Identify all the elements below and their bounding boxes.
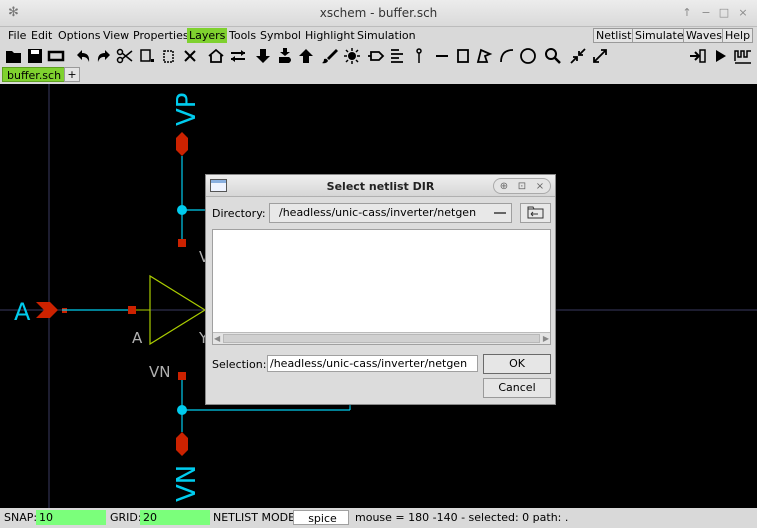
add-tab-button[interactable]: +: [64, 67, 80, 82]
zoom-icon[interactable]: [543, 46, 563, 65]
dialog-titlebar: Select netlist DIR ⊕ ⊡ ×: [206, 175, 555, 197]
redo-icon[interactable]: [94, 46, 114, 65]
polygon-icon[interactable]: [474, 46, 494, 65]
directory-label: Directory:: [212, 207, 266, 220]
tab-buffer-sch[interactable]: buffer.sch: [2, 67, 67, 82]
dialog-close-button[interactable]: ×: [533, 180, 547, 193]
menu-file[interactable]: File: [6, 28, 28, 43]
menu-simulate[interactable]: Simulate: [632, 28, 687, 43]
vn-pin: [176, 432, 188, 456]
netlist-icon[interactable]: [688, 46, 708, 65]
reload-icon[interactable]: [46, 46, 66, 65]
directory-listbox[interactable]: ◀ ▶: [212, 229, 551, 345]
menubar: File Edit Options View Properties Layers…: [0, 27, 757, 44]
open-icon[interactable]: [4, 46, 24, 65]
tabbar: buffer.sch +: [0, 66, 757, 83]
netlabel-icon[interactable]: [387, 46, 407, 65]
waves-icon[interactable]: [733, 46, 753, 65]
grid-value[interactable]: 20: [140, 510, 210, 525]
bus-wire-icon[interactable]: [228, 46, 248, 65]
expand-icon[interactable]: [590, 46, 610, 65]
selection-label: Selection:: [212, 358, 267, 371]
window-titlebar: ✻ xschem - buffer.sch ↑ − □ ×: [0, 0, 757, 27]
toolbar: [0, 45, 757, 66]
input-a-label: A: [14, 298, 31, 326]
select-netlist-dir-dialog: Select netlist DIR ⊕ ⊡ × Directory: /hea…: [205, 174, 556, 405]
netlist-mode-label: NETLIST MODE:: [213, 511, 299, 524]
arc-icon[interactable]: [497, 46, 517, 65]
statusbar: SNAP: 10 GRID: 20 NETLIST MODE: spice mo…: [0, 508, 757, 528]
simulate-icon[interactable]: [710, 46, 730, 65]
push-up-icon[interactable]: [296, 46, 316, 65]
ok-button[interactable]: OK: [483, 354, 551, 374]
menu-netlist[interactable]: Netlist: [593, 28, 635, 43]
minimize-button[interactable]: −: [699, 6, 713, 20]
directory-combo[interactable]: /headless/unic-cass/inverter/netgen: [269, 203, 512, 223]
menu-layers[interactable]: Layers: [187, 28, 228, 43]
dialog-maximize-button[interactable]: ⊡: [515, 180, 529, 193]
snap-value[interactable]: 10: [36, 510, 106, 525]
scroll-right-icon[interactable]: ▶: [543, 334, 549, 344]
copy-icon[interactable]: [137, 46, 157, 65]
menu-help[interactable]: Help: [722, 28, 754, 43]
paste-icon[interactable]: [158, 46, 178, 65]
buffer-vn-pin: [178, 372, 186, 380]
menu-waves[interactable]: Waves: [683, 28, 725, 43]
dialog-keep-above-button[interactable]: ⊕: [497, 180, 511, 193]
directory-value: /headless/unic-cass/inverter/netgen: [279, 206, 477, 219]
vp-label: VP: [172, 93, 202, 126]
dialog-window-controls: ⊕ ⊡ ×: [493, 178, 551, 194]
menu-symbol[interactable]: Symbol: [258, 28, 303, 43]
close-button[interactable]: ×: [736, 6, 750, 20]
menu-view[interactable]: View: [101, 28, 131, 43]
sun-icon[interactable]: [342, 46, 362, 65]
menu-edit[interactable]: Edit: [29, 28, 54, 43]
vp-pin: [176, 132, 188, 156]
combo-arrow-icon: [494, 212, 506, 214]
undo-icon[interactable]: [73, 46, 93, 65]
parent-folder-icon: [527, 206, 544, 219]
line-icon[interactable]: [432, 46, 452, 65]
shrink-icon[interactable]: [568, 46, 588, 65]
brush-icon[interactable]: [320, 46, 340, 65]
delete-icon[interactable]: [180, 46, 200, 65]
vn-label: VN: [172, 465, 202, 502]
descend-icon[interactable]: [275, 46, 295, 65]
place-symbol-icon[interactable]: [206, 46, 226, 65]
buffer-a-pin: [128, 306, 136, 314]
parent-directory-button[interactable]: [520, 203, 551, 223]
netlist-mode-value[interactable]: spice: [293, 510, 349, 525]
menu-highlight[interactable]: Highlight: [303, 28, 357, 43]
scroll-thumb[interactable]: [223, 334, 540, 343]
save-icon[interactable]: [25, 46, 45, 65]
circle-icon[interactable]: [518, 46, 538, 65]
snap-label: SNAP:: [4, 511, 38, 524]
rect-icon[interactable]: [453, 46, 473, 65]
grid-label: GRID:: [110, 511, 142, 524]
cancel-button[interactable]: Cancel: [483, 378, 551, 398]
probe-icon[interactable]: [409, 46, 429, 65]
horizontal-scrollbar[interactable]: ◀ ▶: [213, 332, 550, 344]
mouse-info: mouse = 180 -140 - selected: 0 path: .: [355, 511, 569, 524]
window-title: xschem - buffer.sch: [319, 6, 438, 20]
cut-icon[interactable]: [115, 46, 135, 65]
scroll-left-icon[interactable]: ◀: [214, 334, 220, 344]
buffer-vn-label: VN: [149, 363, 170, 381]
buffer-vp-pin: [178, 239, 186, 247]
maximize-button[interactable]: □: [717, 6, 731, 20]
buffer-a-label: A: [132, 329, 143, 347]
menu-properties[interactable]: Properties: [131, 28, 191, 43]
keep-above-button[interactable]: ↑: [680, 6, 694, 20]
selection-input[interactable]: [267, 355, 478, 372]
push-down-icon[interactable]: [253, 46, 273, 65]
menu-simulation[interactable]: Simulation: [355, 28, 418, 43]
menu-tools[interactable]: Tools: [227, 28, 258, 43]
pin-icon[interactable]: [366, 46, 386, 65]
menu-options[interactable]: Options: [56, 28, 102, 43]
